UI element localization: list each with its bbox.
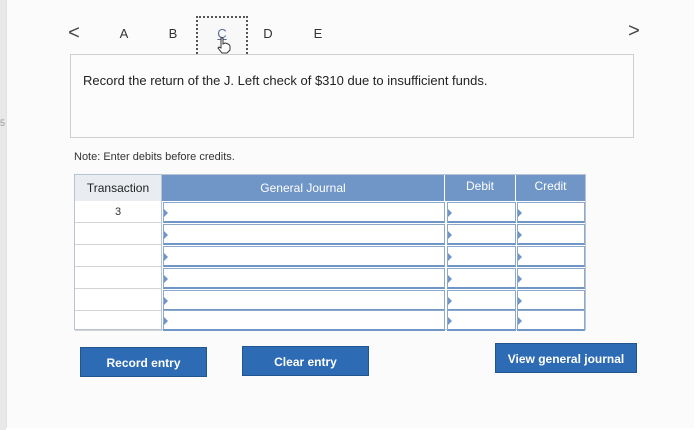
credit-input[interactable] bbox=[517, 224, 585, 245]
general-journal-column-header: General Journal bbox=[162, 175, 444, 201]
account-input[interactable] bbox=[163, 290, 445, 311]
account-input[interactable] bbox=[163, 268, 445, 289]
cell-marker-icon bbox=[518, 317, 522, 325]
dropdown-marker-icon bbox=[164, 317, 168, 325]
cell-marker-icon bbox=[448, 209, 452, 217]
cell-marker-icon bbox=[448, 253, 452, 261]
left-edge-mark: 5 bbox=[0, 118, 6, 128]
credit-column-header: Credit bbox=[515, 175, 585, 201]
account-input[interactable] bbox=[163, 246, 445, 267]
credit-input[interactable] bbox=[517, 290, 585, 311]
cell-marker-icon bbox=[448, 231, 452, 239]
table-row bbox=[75, 245, 585, 267]
dropdown-marker-icon bbox=[164, 209, 168, 217]
cell-marker-icon bbox=[518, 253, 522, 261]
tab-d[interactable]: D bbox=[258, 26, 278, 44]
clear-entry-button[interactable]: Clear entry bbox=[242, 346, 369, 376]
note-text: Note: Enter debits before credits. bbox=[74, 151, 235, 163]
cell-marker-icon bbox=[518, 297, 522, 305]
tab-a[interactable]: A bbox=[114, 26, 134, 44]
cell-marker-icon bbox=[448, 275, 452, 283]
table-row bbox=[75, 223, 585, 245]
debit-input[interactable] bbox=[447, 268, 516, 289]
tab-b[interactable]: B bbox=[163, 26, 183, 44]
debit-input[interactable] bbox=[447, 246, 516, 267]
dropdown-marker-icon bbox=[164, 231, 168, 239]
cell-marker-icon bbox=[518, 275, 522, 283]
transaction-cell: 3 bbox=[75, 201, 162, 223]
account-input[interactable] bbox=[163, 310, 445, 331]
credit-input[interactable] bbox=[517, 310, 585, 331]
account-input[interactable] bbox=[163, 224, 445, 245]
tab-c[interactable]: C bbox=[196, 16, 248, 58]
tab-e[interactable]: E bbox=[308, 26, 328, 44]
previous-tab-chevron-icon[interactable]: < bbox=[64, 22, 84, 44]
record-entry-button[interactable]: Record entry bbox=[80, 347, 207, 377]
transaction-cell bbox=[75, 267, 162, 289]
dropdown-marker-icon bbox=[164, 297, 168, 305]
table-row bbox=[75, 309, 585, 331]
credit-input[interactable] bbox=[517, 246, 585, 267]
instruction-text: Record the return of the J. Left check o… bbox=[83, 73, 488, 88]
dropdown-marker-icon bbox=[164, 253, 168, 261]
debit-input[interactable] bbox=[447, 310, 516, 331]
account-input[interactable] bbox=[163, 202, 445, 223]
credit-input[interactable] bbox=[517, 202, 585, 223]
debit-input[interactable] bbox=[447, 290, 516, 311]
transaction-cell bbox=[75, 289, 162, 311]
view-general-journal-button[interactable]: View general journal bbox=[495, 343, 637, 373]
transaction-cell bbox=[75, 223, 162, 245]
cell-marker-icon bbox=[448, 297, 452, 305]
cell-marker-icon bbox=[448, 317, 452, 325]
credit-input[interactable] bbox=[517, 268, 585, 289]
cell-marker-icon bbox=[518, 209, 522, 217]
debit-column-header: Debit bbox=[444, 175, 515, 201]
transaction-column-header: Transaction bbox=[75, 175, 162, 201]
cell-marker-icon bbox=[518, 231, 522, 239]
transaction-cell bbox=[75, 245, 162, 267]
transaction-cell bbox=[75, 309, 162, 331]
instruction-box: Record the return of the J. Left check o… bbox=[70, 54, 634, 138]
debit-input[interactable] bbox=[447, 224, 516, 245]
table-row bbox=[75, 267, 585, 289]
table-row bbox=[75, 289, 585, 311]
table-row: 3 bbox=[75, 201, 585, 223]
journal-entry-table: Transaction General Journal Debit Credit… bbox=[74, 174, 586, 331]
debit-input[interactable] bbox=[447, 202, 516, 223]
next-tab-chevron-icon[interactable]: > bbox=[624, 20, 644, 42]
hand-pointer-icon bbox=[217, 37, 231, 54]
dropdown-marker-icon bbox=[164, 275, 168, 283]
